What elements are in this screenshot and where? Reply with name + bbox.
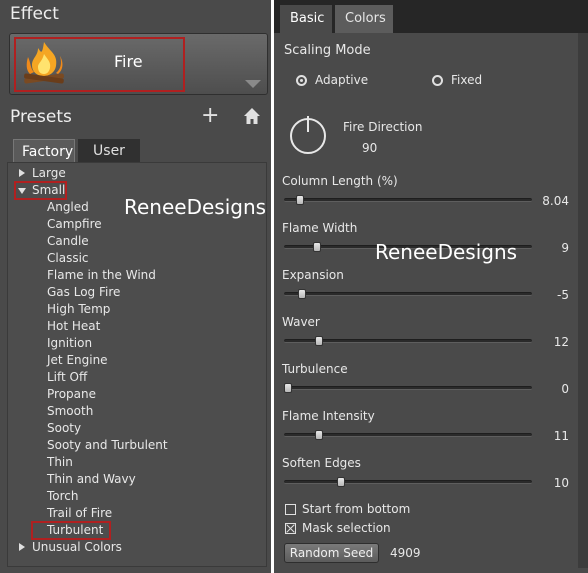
slider-value: 12 xyxy=(553,335,569,349)
settings-tabs: Basic Colors xyxy=(274,0,588,33)
slider-thumb[interactable] xyxy=(298,289,307,299)
preset-item[interactable]: Sooty and Turbulent xyxy=(47,438,168,452)
caret-right-icon[interactable] xyxy=(19,543,25,551)
mask-selection-label: Mask selection xyxy=(302,521,391,535)
slider-label: Flame Intensity xyxy=(282,409,375,423)
preset-item[interactable]: Propane xyxy=(47,387,96,401)
watermark-text: ReneeDesigns xyxy=(124,195,267,219)
fire-direction-dial[interactable] xyxy=(290,116,326,154)
slider-thumb[interactable] xyxy=(296,195,304,205)
fire-direction-value: 90 xyxy=(362,141,378,155)
fire-direction-label: Fire Direction xyxy=(343,120,423,134)
highlight-box-turbulent xyxy=(31,521,111,540)
preset-item[interactable]: Classic xyxy=(47,251,89,265)
fixed-label: Fixed xyxy=(451,73,483,87)
preset-item[interactable]: Smooth xyxy=(47,404,93,418)
add-preset-button[interactable]: + xyxy=(201,103,219,128)
tab-colors[interactable]: Colors xyxy=(335,5,393,33)
preset-item[interactable]: Flame in the Wind xyxy=(47,268,156,282)
preset-item[interactable]: Thin xyxy=(47,455,73,469)
random-seed-value: 4909 xyxy=(390,546,421,560)
mask-selection-checkbox[interactable] xyxy=(285,523,296,534)
slider-label: Turbulence xyxy=(282,362,348,376)
slider-value: 10 xyxy=(553,476,569,490)
preset-item[interactable]: Angled xyxy=(47,200,89,214)
home-icon[interactable] xyxy=(242,106,262,126)
adaptive-label: Adaptive xyxy=(315,73,369,87)
tab-user[interactable]: User xyxy=(78,139,140,164)
right-panel: Basic Colors Scaling Mode Adaptive Fixed… xyxy=(274,0,588,573)
preset-item[interactable]: Lift Off xyxy=(47,370,87,384)
slider-thumb[interactable] xyxy=(312,242,321,252)
tab-basic[interactable]: Basic xyxy=(280,5,332,33)
highlight-box-small xyxy=(14,181,67,200)
left-panel: Effect Fire Presets + Factory User Large… xyxy=(0,0,271,573)
fixed-radio[interactable] xyxy=(432,75,443,86)
slider-thumb[interactable] xyxy=(336,477,345,487)
preset-item[interactable]: High Temp xyxy=(47,302,110,316)
preset-item[interactable]: Sooty xyxy=(47,421,81,435)
slider-value: 8.04 xyxy=(542,194,569,208)
slider-thumb[interactable] xyxy=(284,383,292,393)
watermark-text-right: ReneeDesigns xyxy=(375,240,518,264)
caret-right-icon[interactable] xyxy=(19,169,25,177)
preset-item[interactable]: Ignition xyxy=(47,336,92,350)
chevron-down-icon[interactable] xyxy=(245,80,261,88)
slider-label: Flame Width xyxy=(282,221,358,235)
slider-label: Waver xyxy=(282,315,320,329)
preset-tree: Large Small Angled Campfire Candle Classic Fla… xyxy=(7,162,267,567)
tree-group[interactable]: Large xyxy=(32,166,66,180)
slider-label: Column Length (%) xyxy=(282,174,398,188)
slider-thumb[interactable] xyxy=(315,336,324,346)
random-seed-button[interactable]: Random Seed xyxy=(284,543,379,563)
slider-value: -5 xyxy=(557,288,569,302)
tab-factory[interactable]: Factory xyxy=(13,139,75,164)
slider-label: Soften Edges xyxy=(282,456,361,470)
preset-item[interactable]: Torch xyxy=(47,489,79,503)
preset-item[interactable]: Thin and Wavy xyxy=(47,472,136,486)
tree-group[interactable]: Unusual Colors xyxy=(32,540,122,554)
slider-value: 9 xyxy=(561,241,569,255)
slider-track[interactable] xyxy=(284,480,532,484)
adaptive-radio[interactable] xyxy=(296,75,307,86)
preset-item[interactable]: Gas Log Fire xyxy=(47,285,120,299)
scaling-mode-label: Scaling Mode xyxy=(284,43,371,58)
effect-section-title: Effect xyxy=(10,4,59,24)
slider-value: 11 xyxy=(553,429,569,443)
effect-selector[interactable]: Fire xyxy=(9,33,268,95)
scrollbar[interactable] xyxy=(578,33,588,568)
slider-value: 0 xyxy=(561,382,569,396)
preset-item[interactable]: Campfire xyxy=(47,217,102,231)
presets-section-title: Presets xyxy=(10,107,72,127)
slider-track[interactable] xyxy=(284,292,532,296)
start-from-bottom-label: Start from bottom xyxy=(302,502,411,516)
start-from-bottom-checkbox[interactable] xyxy=(285,504,296,515)
preset-item[interactable]: Trail of Fire xyxy=(47,506,112,520)
preset-item[interactable]: Candle xyxy=(47,234,89,248)
slider-track[interactable] xyxy=(284,198,532,202)
preset-item[interactable]: Hot Heat xyxy=(47,319,100,333)
slider-label: Expansion xyxy=(282,268,344,282)
slider-track[interactable] xyxy=(284,386,532,390)
slider-thumb[interactable] xyxy=(315,430,324,440)
effect-highlight-box xyxy=(14,37,185,92)
preset-item[interactable]: Jet Engine xyxy=(47,353,108,367)
